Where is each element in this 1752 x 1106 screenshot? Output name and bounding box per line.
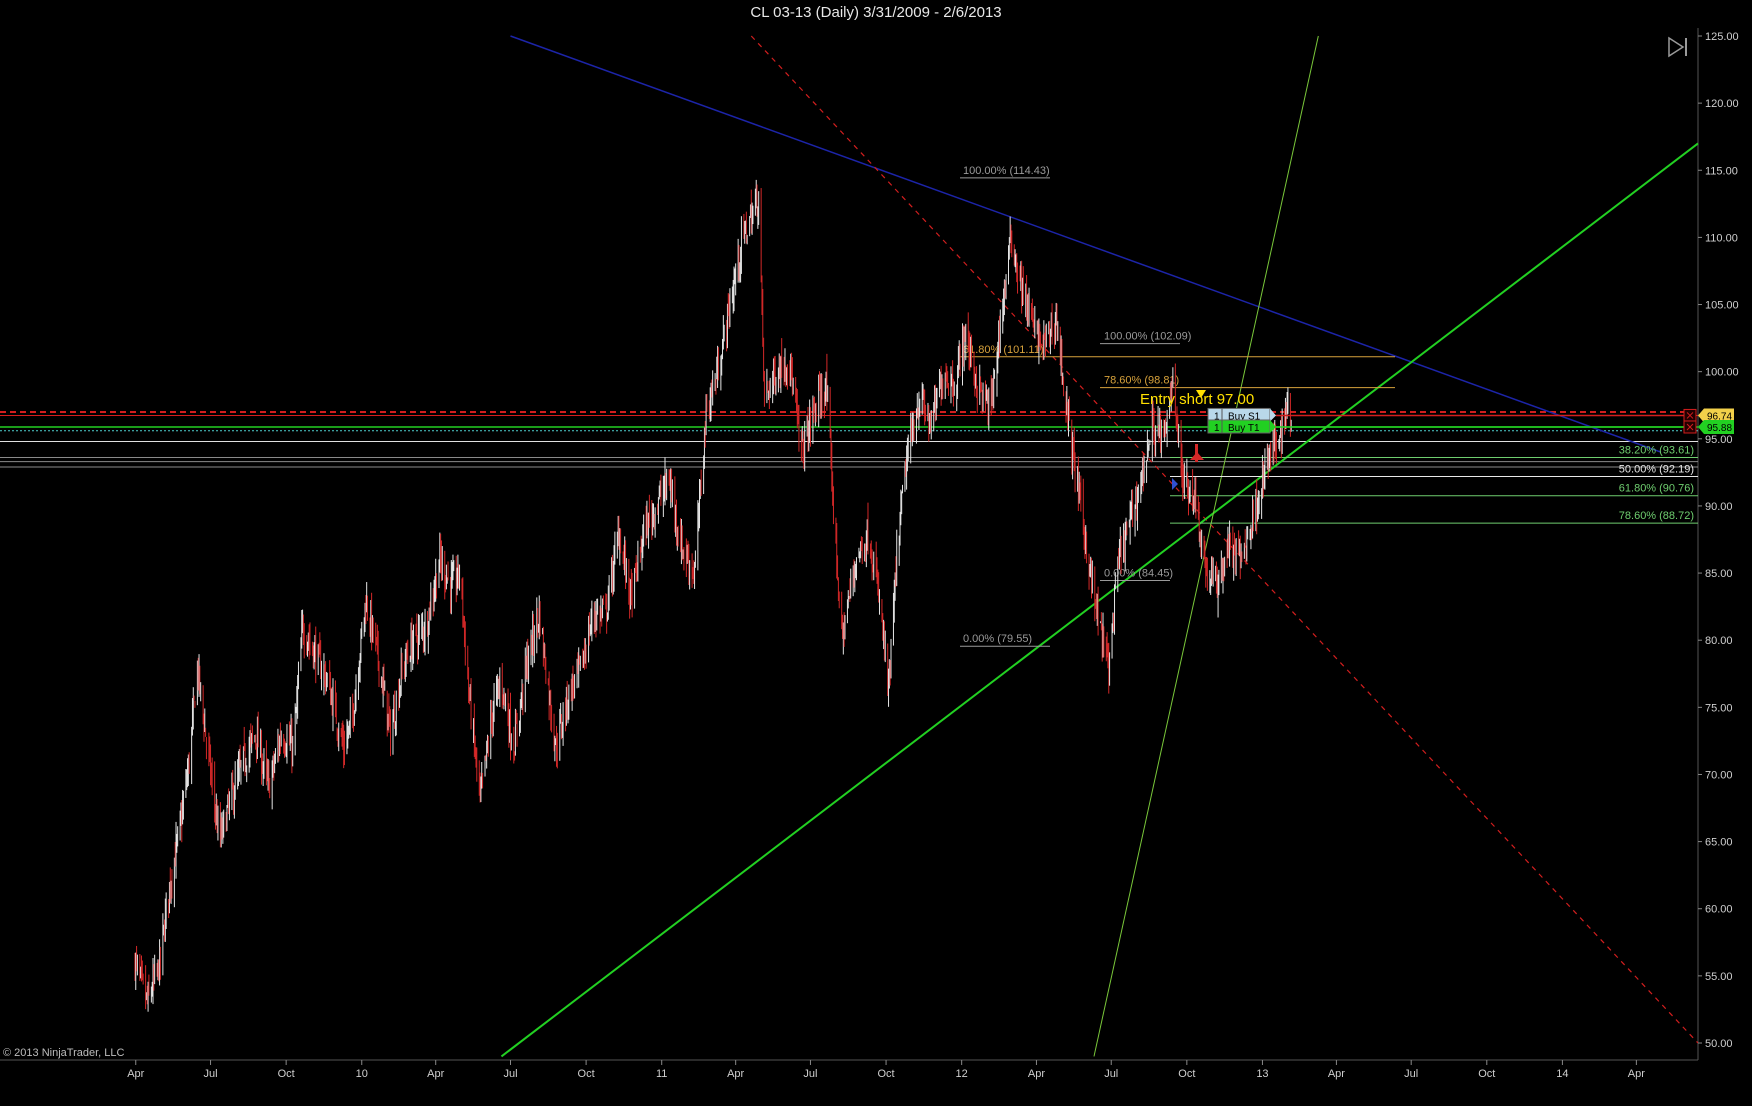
sell-arrow-stem (1195, 444, 1198, 462)
x-tick-label: Apr (1028, 1068, 1045, 1080)
entry-short-label: Entry short 97.00 (1140, 391, 1254, 408)
y-tick-label: 115.00 (1705, 165, 1738, 177)
y-tick-label: 125.00 (1705, 31, 1739, 43)
x-tick-label: Apr (127, 1068, 144, 1080)
fib-level-label: 61.80% (101.11) (963, 344, 1044, 356)
x-tick-label: Oct (877, 1068, 894, 1080)
order-qty: 1 (1214, 423, 1220, 434)
x-tick-label: Jul (1104, 1068, 1118, 1080)
y-tick-label: 55.00 (1705, 971, 1733, 983)
fib-level-label: 50.00% (92.19) (1619, 464, 1694, 476)
fib-level-label: 0.00% (84.45) (1104, 567, 1173, 579)
x-tick-label: Apr (1328, 1068, 1345, 1080)
copyright-notice: © 2013 NinjaTrader, LLC (3, 1047, 125, 1059)
fib-level-label: 78.60% (88.72) (1619, 510, 1694, 522)
y-tick-label: 95.00 (1705, 434, 1733, 446)
x-tick-label: Apr (427, 1068, 444, 1080)
x-tick-label: Jul (204, 1068, 218, 1080)
skip-to-end-icon[interactable] (1666, 36, 1690, 58)
y-tick-label: 70.00 (1705, 769, 1733, 781)
fib-level-label: 100.00% (102.09) (1104, 331, 1191, 343)
price-bars (134, 179, 1292, 1012)
x-tick-label: Apr (1628, 1068, 1645, 1080)
x-tick-label: Jul (503, 1068, 517, 1080)
y-tick-label: 105.00 (1705, 300, 1739, 312)
y-tick-label: 60.00 (1705, 904, 1733, 916)
y-tick-label: 90.00 (1705, 501, 1733, 513)
y-tick-label: 75.00 (1705, 702, 1733, 714)
x-tick-label: 11 (656, 1068, 667, 1080)
order-tag-arrow (1270, 408, 1276, 422)
x-tick-label: Oct (578, 1068, 595, 1080)
x-tick-label: Apr (727, 1068, 744, 1080)
x-tick-label: 10 (356, 1068, 368, 1080)
fib-level-label: 78.60% (98.81) (1104, 375, 1179, 387)
x-tick-label: 12 (956, 1068, 968, 1080)
x-tick-label: 14 (1556, 1068, 1568, 1080)
y-tick-label: 85.00 (1705, 568, 1733, 580)
trend-line-red-dashed-downtrend (750, 35, 1699, 1044)
fibonacci-levels: 100.00% (114.43) 61.80% (101.11) 0.00% (79… (960, 165, 1698, 647)
y-tick-label: 50.00 (1705, 1038, 1733, 1050)
price-marker-label: 95.88 (1707, 423, 1732, 434)
x-tick-label: Jul (803, 1068, 817, 1080)
fib-level-label: 0.00% (79.55) (963, 633, 1032, 645)
fib-level-label: 38.20% (93.61) (1619, 444, 1694, 456)
x-tick-label: Jul (1404, 1068, 1418, 1080)
x-tick-label: 13 (1256, 1068, 1268, 1080)
horizontal-levels (0, 410, 1698, 468)
fib-level-label: 61.80% (90.76) (1619, 483, 1694, 495)
order-name: Buy T1 (1228, 423, 1260, 434)
y-tick-label: 100.00 (1705, 367, 1739, 379)
y-tick-label: 65.00 (1705, 837, 1733, 849)
x-tick-labels: Apr Jul Oct 10 Apr Jul Oct 11 Apr Jul Oct 12 Apr Jul O… (127, 1060, 1645, 1080)
trend-line-downtrend (510, 35, 1662, 453)
trend-line-steep-green (1093, 35, 1319, 1057)
x-tick-label: Oct (1178, 1068, 1195, 1080)
y-tick-label: 110.00 (1705, 232, 1738, 244)
y-tick-label: 80.00 (1705, 635, 1733, 647)
x-tick-label: Oct (278, 1068, 295, 1080)
fib-level-label: 100.00% (114.43) (963, 165, 1050, 177)
y-tick-label: 120.00 (1705, 98, 1739, 110)
price-chart[interactable]: 100.00% (114.43) 61.80% (101.11) 0.00% (79… (0, 0, 1752, 1106)
x-tick-label: Oct (1478, 1068, 1495, 1080)
y-tick-labels: 125.00 120.00 115.00 110.00 105.00 100.00 95.0… (1698, 31, 1739, 1050)
trend-line-green-support (500, 142, 1699, 1058)
